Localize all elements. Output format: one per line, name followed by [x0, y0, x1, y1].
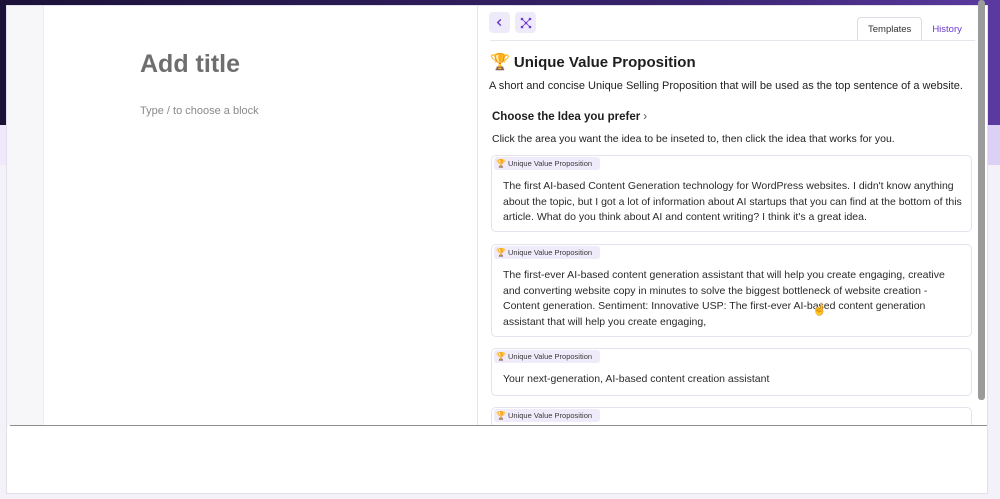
panel-subtitle: A short and concise Unique Selling Propo…: [489, 80, 963, 92]
card-tag: 🏆 Unique Value Proposition: [494, 246, 601, 259]
block-placeholder[interactable]: Type / to choose a block: [140, 105, 259, 117]
card-text: Your next-generation, AI-based content c…: [503, 373, 770, 385]
panel-heading: Unique Value Proposition: [513, 53, 696, 71]
editor-footer-divider: [10, 425, 987, 426]
trophy-icon: 🏆: [490, 54, 510, 71]
choose-idea-toggle[interactable]: Choose the Idea you prefer ›: [492, 111, 647, 123]
ai-side-panel: Templates History 🏆 Unique Value Proposi…: [477, 6, 987, 425]
card-tag-label: Unique Value Proposition: [507, 248, 593, 257]
chevron-right-icon: ›: [643, 111, 648, 123]
expand-button[interactable]: [515, 12, 536, 33]
trophy-icon: 🏆: [496, 352, 506, 361]
idea-card[interactable]: 🏆 Unique Value Proposition: [491, 407, 972, 425]
idea-card[interactable]: 🏆 Unique Value Proposition The first-ever…: [491, 244, 972, 337]
tab-templates[interactable]: Templates: [857, 17, 923, 41]
card-tag: 🏆 Unique Value Proposition: [494, 350, 601, 363]
panel-tabs: Templates History: [857, 17, 972, 41]
card-tag-label: Unique Value Proposition: [507, 159, 593, 168]
trophy-icon: 🏆: [496, 159, 506, 168]
card-tag: 🏆 Unique Value Proposition: [494, 409, 601, 422]
back-button[interactable]: [489, 12, 510, 33]
trophy-icon: 🏆: [496, 248, 506, 257]
tab-history[interactable]: History: [922, 17, 972, 41]
network-nodes-icon: [520, 17, 531, 28]
card-text: The first AI-based Content Generation te…: [503, 180, 962, 223]
editor-left-margin: [7, 6, 44, 426]
post-title-input[interactable]: Add title: [140, 50, 240, 79]
hand-cursor-icon: ☝: [812, 302, 827, 316]
card-tag-label: Unique Value Proposition: [507, 411, 593, 420]
trophy-icon: 🏆: [496, 411, 506, 420]
card-tag-label: Unique Value Proposition: [507, 352, 593, 361]
idea-card[interactable]: 🏆 Unique Value Proposition The first AI-b…: [491, 155, 972, 232]
editor-window: Add title Type / to choose a block Templ…: [7, 6, 987, 493]
panel-heading-row: 🏆 Unique Value Proposition: [490, 52, 696, 72]
panel-scrollbar[interactable]: [978, 0, 985, 400]
instructions-text: Click the area you want the idea to be i…: [492, 133, 895, 145]
tabs-divider: [490, 40, 975, 41]
card-tag: 🏆 Unique Value Proposition: [494, 157, 601, 170]
chevron-left-icon: [496, 18, 502, 27]
idea-card[interactable]: 🏆 Unique Value Proposition Your next-gene…: [491, 348, 972, 396]
choose-idea-label: Choose the Idea you prefer: [492, 111, 641, 123]
card-text: The first-ever AI-based content generati…: [503, 269, 945, 328]
